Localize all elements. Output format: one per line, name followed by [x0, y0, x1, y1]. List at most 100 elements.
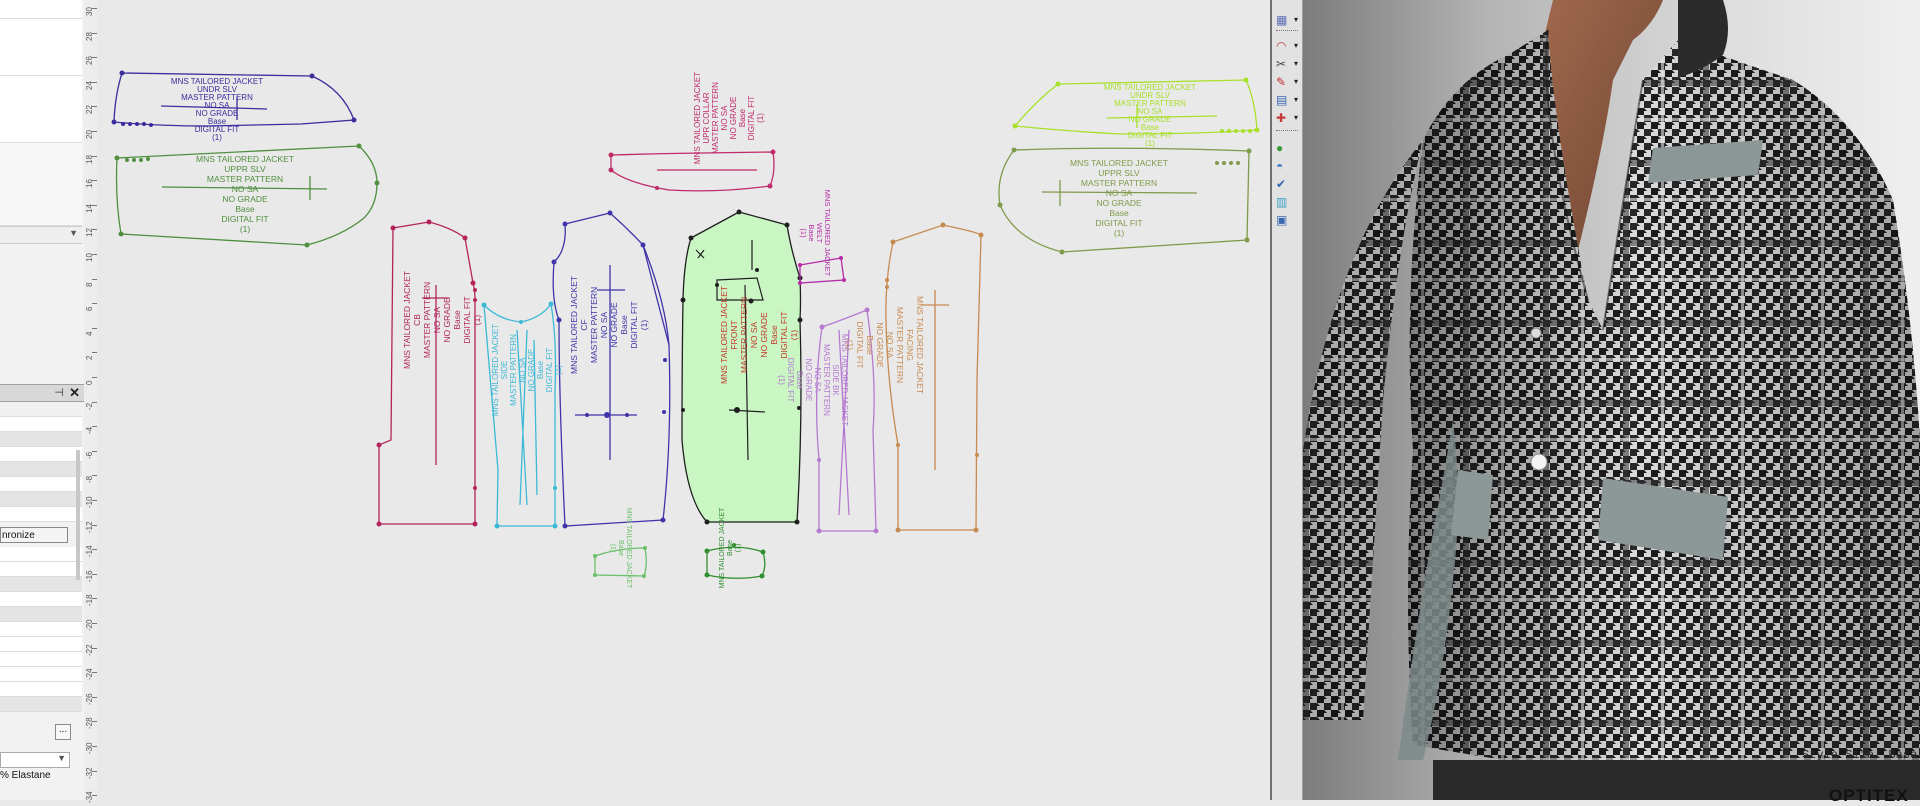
- ruler-label: -26: [85, 693, 94, 705]
- ruler-label: 6: [85, 306, 94, 312]
- piece-label-line: NO GRADE: [875, 322, 885, 368]
- panel-row[interactable]: [0, 652, 82, 667]
- piece-label-line: DIGITAL FIT: [747, 96, 756, 141]
- close-icon[interactable]: ✕: [69, 385, 80, 401]
- panel-row[interactable]: [0, 547, 82, 562]
- piece-label-line: NO SA: [432, 306, 442, 333]
- piece-label-line: Base: [619, 315, 629, 335]
- piece-label-line: (1): [609, 544, 616, 553]
- chevron-down-icon: ▼: [69, 228, 78, 238]
- piece-collar[interactable]: [608, 149, 776, 192]
- panel-row[interactable]: [0, 19, 82, 76]
- grid-icon[interactable]: ▦ ▾: [1276, 12, 1298, 28]
- piece-label-line: DIGITAL FIT: [855, 321, 865, 368]
- check-icon[interactable]: ✔: [1276, 176, 1298, 192]
- panel-row[interactable]: [0, 432, 82, 447]
- piece-label-line: Base: [727, 540, 734, 556]
- piece-label-line: MNS TAILORED JACKET: [1070, 158, 1168, 168]
- chevron-down-icon[interactable]: ▾: [1294, 92, 1298, 108]
- piece-label-line: MNS TAILORED JACKET: [569, 276, 579, 374]
- piece-label-line: DIGITAL FIT: [629, 301, 639, 348]
- piece-label-line: MASTER PATTERN: [207, 174, 283, 184]
- piece-label-line: MNS TAILORED JACKET: [719, 507, 726, 588]
- panel-row[interactable]: [0, 0, 82, 19]
- ruler-label: 4: [85, 331, 94, 336]
- panel-row[interactable]: [0, 577, 82, 592]
- chevron-down-icon[interactable]: ▾: [1294, 12, 1298, 28]
- ruler-label: 10: [85, 253, 94, 262]
- sphere-icon[interactable]: ●: [1276, 140, 1298, 156]
- piece-label-line: MASTER PATTERN: [739, 297, 749, 373]
- ruler-label: -12: [85, 521, 94, 533]
- piece-pocket-welt[interactable]: [798, 256, 846, 285]
- panel-row[interactable]: [0, 492, 82, 507]
- panel-row[interactable]: [0, 697, 82, 712]
- piece-label-line: (1): [554, 365, 563, 375]
- ruler-label: 18: [85, 154, 94, 164]
- lasso-icon[interactable]: ◠ ▾: [1276, 38, 1298, 54]
- piece-label-line: MASTER PATTERN: [895, 307, 905, 383]
- pattern-svg[interactable]: MNS TAILORED JACKETUNDR SLVMASTER PATTER…: [97, 0, 1270, 800]
- paint-icon[interactable]: ✎ ▾: [1276, 74, 1298, 90]
- piece-label-line: MASTER PATTERN: [711, 82, 720, 154]
- panel-row[interactable]: [0, 477, 82, 492]
- panel-scrollbar[interactable]: [76, 450, 80, 580]
- piece-label-line: FRONT: [729, 320, 739, 349]
- cloth-icon[interactable]: ◓: [1276, 158, 1298, 174]
- panel-dropdown[interactable]: ▼: [0, 226, 82, 244]
- piece-cb[interactable]: [376, 219, 478, 527]
- ruler-label: 0: [85, 380, 94, 385]
- tools-toolbar: ▦ ▾ ◠ ▾ ✂ ▾ ✎ ▾ ▤ ▾ ✚ ▾ ● ◓ ✔ ▥ ▣: [1272, 0, 1303, 800]
- piece-label-line: DIGITAL FIT: [1095, 218, 1142, 228]
- piece-label-line: NO SA: [749, 321, 759, 348]
- piece-label-facing: MNS TAILORED JACKETFACINGMASTER PATTERNN…: [845, 296, 925, 394]
- chevron-down-icon[interactable]: ▾: [1294, 74, 1298, 90]
- piece-label-line: MNS TAILORED JACKET: [402, 271, 412, 369]
- piece-label-line: NO GRADE: [729, 97, 738, 140]
- ruler-label: -10: [85, 496, 94, 508]
- piece-label-line: (1): [240, 224, 251, 234]
- piece-label-line: NO GRADE: [1096, 198, 1142, 208]
- panel-row[interactable]: [0, 507, 82, 522]
- panel-row[interactable]: [0, 417, 82, 432]
- panel-row[interactable]: [0, 592, 82, 607]
- panel-row[interactable]: [0, 667, 82, 682]
- piece-label-line: Base: [795, 371, 804, 390]
- chevron-down-icon[interactable]: ▾: [1294, 56, 1298, 72]
- panel-row[interactable]: [0, 607, 82, 622]
- avatar-size-label: Avatar Size: Small: [1802, 764, 1920, 778]
- pin-icon[interactable]: ✚ ▾: [1276, 110, 1298, 126]
- panel-row[interactable]: [0, 622, 82, 637]
- hip-pocket-left: [1451, 470, 1493, 540]
- pin-icon[interactable]: ⊣: [54, 386, 64, 399]
- piece-label-line: FACING: [905, 329, 915, 361]
- fabric-select[interactable]: ▼: [0, 752, 70, 768]
- piece-label-line: NO GRADE: [527, 349, 536, 392]
- brand-logo: OPTITEX: [1829, 786, 1909, 805]
- browse-button[interactable]: ...: [55, 724, 71, 740]
- piece-label-pocket-flap-1: MNS TAILORED JACKETBase(1): [609, 508, 632, 589]
- panel-row[interactable]: [0, 682, 82, 697]
- 3d-viewport[interactable]: [1303, 0, 1920, 800]
- panel-row[interactable]: [0, 562, 82, 577]
- panel-row[interactable]: [0, 447, 82, 462]
- scissor-icon[interactable]: ✂ ▾: [1276, 56, 1298, 72]
- texture-icon[interactable]: ▥: [1276, 194, 1298, 210]
- piece-label-line: (1): [799, 228, 808, 238]
- piece-label-line: MNS TAILORED JACKET: [719, 286, 729, 384]
- panel-row[interactable]: [0, 76, 82, 143]
- chevron-down-icon[interactable]: ▾: [1294, 38, 1298, 54]
- panel-row[interactable]: [0, 637, 82, 652]
- layers-icon[interactable]: ▤ ▾: [1276, 92, 1298, 108]
- ruler-label: -16: [85, 570, 94, 582]
- piece-label-line: (1): [212, 133, 222, 142]
- render-icon[interactable]: ▣: [1276, 212, 1298, 228]
- pattern-canvas[interactable]: MNS TAILORED JACKET UNDR SLV MASTER PATTER…: [97, 0, 1270, 800]
- piece-label-pocket-welt: MNS TAILORED JACKETWELTBase(1): [799, 190, 832, 277]
- chevron-down-icon[interactable]: ▾: [1294, 110, 1298, 126]
- panel-row[interactable]: [0, 402, 82, 417]
- panel-row[interactable]: [0, 462, 82, 477]
- piece-label-line: (1): [777, 375, 786, 385]
- synchronize-button[interactable]: nronize: [0, 527, 68, 543]
- chevron-down-icon: ▼: [57, 753, 66, 763]
